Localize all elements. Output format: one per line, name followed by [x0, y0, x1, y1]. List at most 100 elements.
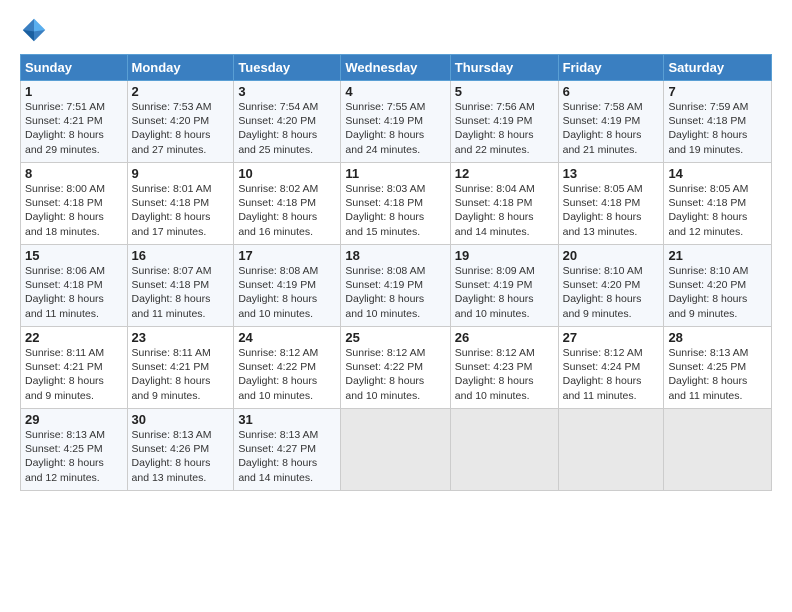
calendar-cell: 8Sunrise: 8:00 AMSunset: 4:18 PMDaylight…	[21, 163, 128, 245]
calendar-cell: 6Sunrise: 7:58 AMSunset: 4:19 PMDaylight…	[558, 81, 664, 163]
calendar-header-saturday: Saturday	[664, 55, 772, 81]
day-info: Sunrise: 8:09 AMSunset: 4:19 PMDaylight:…	[455, 264, 554, 321]
calendar-week-1: 1Sunrise: 7:51 AMSunset: 4:21 PMDaylight…	[21, 81, 772, 163]
calendar-cell: 29Sunrise: 8:13 AMSunset: 4:25 PMDayligh…	[21, 409, 128, 491]
day-number: 20	[563, 248, 660, 263]
calendar-cell: 5Sunrise: 7:56 AMSunset: 4:19 PMDaylight…	[450, 81, 558, 163]
calendar-cell: 17Sunrise: 8:08 AMSunset: 4:19 PMDayligh…	[234, 245, 341, 327]
calendar-header-tuesday: Tuesday	[234, 55, 341, 81]
day-number: 22	[25, 330, 123, 345]
calendar-table: SundayMondayTuesdayWednesdayThursdayFrid…	[20, 54, 772, 491]
calendar-cell	[664, 409, 772, 491]
calendar-cell: 10Sunrise: 8:02 AMSunset: 4:18 PMDayligh…	[234, 163, 341, 245]
day-number: 13	[563, 166, 660, 181]
calendar-cell: 27Sunrise: 8:12 AMSunset: 4:24 PMDayligh…	[558, 327, 664, 409]
day-number: 16	[132, 248, 230, 263]
day-info: Sunrise: 7:56 AMSunset: 4:19 PMDaylight:…	[455, 100, 554, 157]
day-info: Sunrise: 8:12 AMSunset: 4:22 PMDaylight:…	[345, 346, 445, 403]
day-info: Sunrise: 8:04 AMSunset: 4:18 PMDaylight:…	[455, 182, 554, 239]
day-info: Sunrise: 7:59 AMSunset: 4:18 PMDaylight:…	[668, 100, 767, 157]
day-info: Sunrise: 8:13 AMSunset: 4:25 PMDaylight:…	[25, 428, 123, 485]
day-number: 17	[238, 248, 336, 263]
day-info: Sunrise: 8:12 AMSunset: 4:24 PMDaylight:…	[563, 346, 660, 403]
day-info: Sunrise: 8:08 AMSunset: 4:19 PMDaylight:…	[345, 264, 445, 321]
day-info: Sunrise: 7:51 AMSunset: 4:21 PMDaylight:…	[25, 100, 123, 157]
day-info: Sunrise: 7:55 AMSunset: 4:19 PMDaylight:…	[345, 100, 445, 157]
day-info: Sunrise: 8:02 AMSunset: 4:18 PMDaylight:…	[238, 182, 336, 239]
calendar-cell: 9Sunrise: 8:01 AMSunset: 4:18 PMDaylight…	[127, 163, 234, 245]
day-number: 7	[668, 84, 767, 99]
calendar-cell: 13Sunrise: 8:05 AMSunset: 4:18 PMDayligh…	[558, 163, 664, 245]
calendar-cell: 7Sunrise: 7:59 AMSunset: 4:18 PMDaylight…	[664, 81, 772, 163]
day-info: Sunrise: 8:13 AMSunset: 4:27 PMDaylight:…	[238, 428, 336, 485]
calendar-cell: 18Sunrise: 8:08 AMSunset: 4:19 PMDayligh…	[341, 245, 450, 327]
day-number: 31	[238, 412, 336, 427]
day-number: 23	[132, 330, 230, 345]
calendar-cell: 4Sunrise: 7:55 AMSunset: 4:19 PMDaylight…	[341, 81, 450, 163]
calendar-cell: 20Sunrise: 8:10 AMSunset: 4:20 PMDayligh…	[558, 245, 664, 327]
calendar-cell: 11Sunrise: 8:03 AMSunset: 4:18 PMDayligh…	[341, 163, 450, 245]
day-info: Sunrise: 7:53 AMSunset: 4:20 PMDaylight:…	[132, 100, 230, 157]
calendar-cell: 26Sunrise: 8:12 AMSunset: 4:23 PMDayligh…	[450, 327, 558, 409]
day-info: Sunrise: 8:01 AMSunset: 4:18 PMDaylight:…	[132, 182, 230, 239]
day-number: 12	[455, 166, 554, 181]
day-number: 1	[25, 84, 123, 99]
calendar-cell: 31Sunrise: 8:13 AMSunset: 4:27 PMDayligh…	[234, 409, 341, 491]
day-info: Sunrise: 7:58 AMSunset: 4:19 PMDaylight:…	[563, 100, 660, 157]
day-number: 3	[238, 84, 336, 99]
day-number: 27	[563, 330, 660, 345]
calendar-cell: 3Sunrise: 7:54 AMSunset: 4:20 PMDaylight…	[234, 81, 341, 163]
header	[20, 16, 772, 44]
calendar-cell: 1Sunrise: 7:51 AMSunset: 4:21 PMDaylight…	[21, 81, 128, 163]
calendar-header-sunday: Sunday	[21, 55, 128, 81]
day-number: 24	[238, 330, 336, 345]
day-info: Sunrise: 7:54 AMSunset: 4:20 PMDaylight:…	[238, 100, 336, 157]
day-info: Sunrise: 8:11 AMSunset: 4:21 PMDaylight:…	[132, 346, 230, 403]
day-info: Sunrise: 8:12 AMSunset: 4:23 PMDaylight:…	[455, 346, 554, 403]
day-number: 21	[668, 248, 767, 263]
day-number: 30	[132, 412, 230, 427]
day-number: 29	[25, 412, 123, 427]
calendar-cell: 24Sunrise: 8:12 AMSunset: 4:22 PMDayligh…	[234, 327, 341, 409]
logo-icon	[20, 16, 48, 44]
calendar-header-row: SundayMondayTuesdayWednesdayThursdayFrid…	[21, 55, 772, 81]
calendar-cell: 25Sunrise: 8:12 AMSunset: 4:22 PMDayligh…	[341, 327, 450, 409]
day-info: Sunrise: 8:05 AMSunset: 4:18 PMDaylight:…	[668, 182, 767, 239]
day-number: 9	[132, 166, 230, 181]
calendar-week-3: 15Sunrise: 8:06 AMSunset: 4:18 PMDayligh…	[21, 245, 772, 327]
day-info: Sunrise: 8:10 AMSunset: 4:20 PMDaylight:…	[563, 264, 660, 321]
day-number: 25	[345, 330, 445, 345]
day-number: 18	[345, 248, 445, 263]
calendar-cell: 12Sunrise: 8:04 AMSunset: 4:18 PMDayligh…	[450, 163, 558, 245]
calendar-cell: 2Sunrise: 7:53 AMSunset: 4:20 PMDaylight…	[127, 81, 234, 163]
calendar-cell: 15Sunrise: 8:06 AMSunset: 4:18 PMDayligh…	[21, 245, 128, 327]
day-info: Sunrise: 8:13 AMSunset: 4:26 PMDaylight:…	[132, 428, 230, 485]
day-info: Sunrise: 8:05 AMSunset: 4:18 PMDaylight:…	[563, 182, 660, 239]
calendar-cell: 14Sunrise: 8:05 AMSunset: 4:18 PMDayligh…	[664, 163, 772, 245]
calendar-cell: 21Sunrise: 8:10 AMSunset: 4:20 PMDayligh…	[664, 245, 772, 327]
calendar-cell: 23Sunrise: 8:11 AMSunset: 4:21 PMDayligh…	[127, 327, 234, 409]
logo	[20, 16, 52, 44]
day-info: Sunrise: 8:08 AMSunset: 4:19 PMDaylight:…	[238, 264, 336, 321]
calendar-cell	[450, 409, 558, 491]
day-info: Sunrise: 8:11 AMSunset: 4:21 PMDaylight:…	[25, 346, 123, 403]
calendar-header-monday: Monday	[127, 55, 234, 81]
day-number: 4	[345, 84, 445, 99]
day-number: 14	[668, 166, 767, 181]
day-number: 5	[455, 84, 554, 99]
calendar-header-thursday: Thursday	[450, 55, 558, 81]
calendar-cell: 19Sunrise: 8:09 AMSunset: 4:19 PMDayligh…	[450, 245, 558, 327]
calendar-header-wednesday: Wednesday	[341, 55, 450, 81]
day-number: 8	[25, 166, 123, 181]
day-info: Sunrise: 8:03 AMSunset: 4:18 PMDaylight:…	[345, 182, 445, 239]
page: SundayMondayTuesdayWednesdayThursdayFrid…	[0, 0, 792, 612]
day-number: 10	[238, 166, 336, 181]
day-number: 28	[668, 330, 767, 345]
calendar-week-2: 8Sunrise: 8:00 AMSunset: 4:18 PMDaylight…	[21, 163, 772, 245]
day-number: 19	[455, 248, 554, 263]
day-info: Sunrise: 8:13 AMSunset: 4:25 PMDaylight:…	[668, 346, 767, 403]
day-info: Sunrise: 8:12 AMSunset: 4:22 PMDaylight:…	[238, 346, 336, 403]
calendar-cell	[341, 409, 450, 491]
day-number: 2	[132, 84, 230, 99]
calendar-cell: 28Sunrise: 8:13 AMSunset: 4:25 PMDayligh…	[664, 327, 772, 409]
